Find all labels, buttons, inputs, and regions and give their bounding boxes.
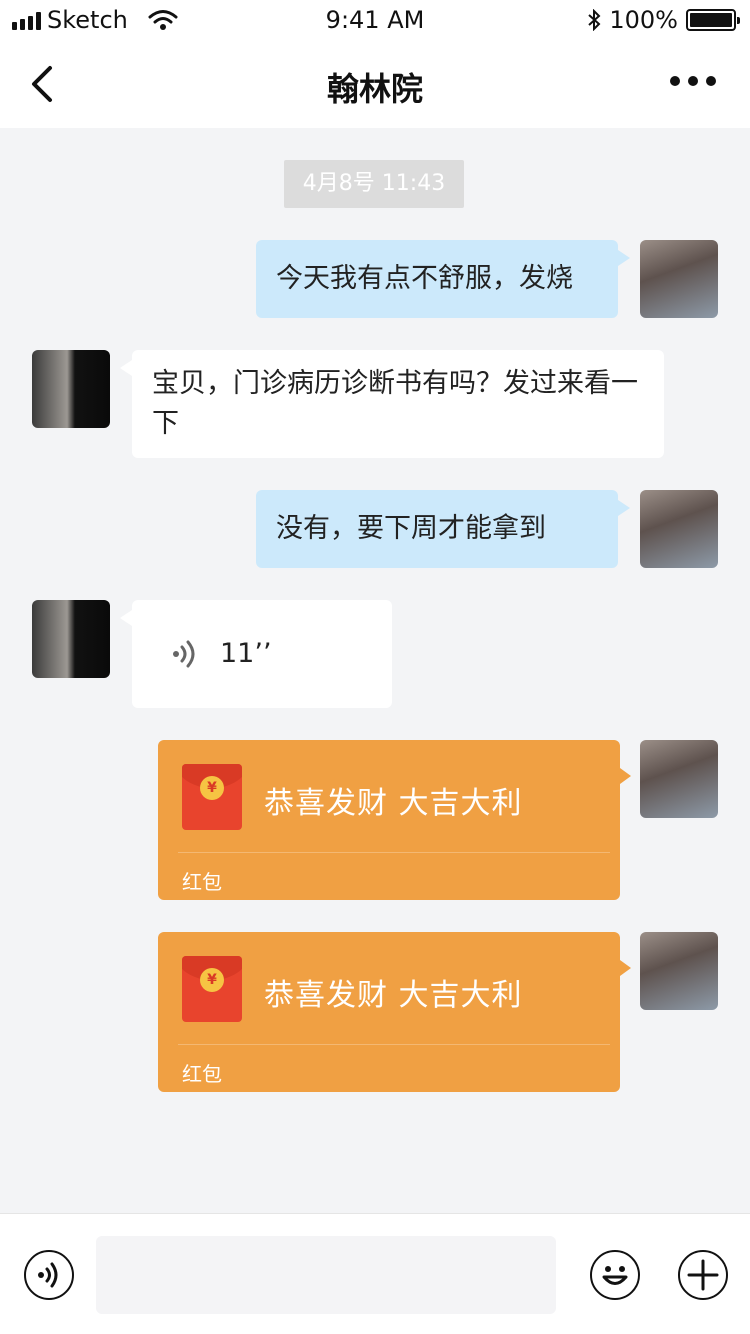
page-title: 翰林院: [326, 70, 423, 108]
input-bar: [0, 1213, 750, 1334]
emoji-button[interactable]: [590, 1250, 640, 1300]
red-packet-message[interactable]: ¥ 恭喜发财 大吉大利 红包: [158, 932, 631, 1092]
voice-message-bubble[interactable]: 11’’: [120, 600, 392, 708]
red-envelope-icon: ¥: [182, 764, 242, 830]
red-packet-title: 恭喜发财 大吉大利: [264, 978, 523, 1013]
voice-icon: [173, 640, 195, 668]
plus-button[interactable]: [678, 1250, 728, 1300]
message-input[interactable]: [96, 1236, 556, 1314]
avatar-contact[interactable]: [32, 600, 110, 678]
voice-icon: [38, 1262, 58, 1288]
yen-coin-icon: ¥: [200, 968, 224, 992]
divider: [178, 852, 610, 853]
bluetooth-icon: [588, 9, 601, 31]
yen-coin-icon: ¥: [200, 776, 224, 800]
battery-icon: [686, 9, 740, 31]
voice-input-button[interactable]: [24, 1250, 74, 1300]
nav-bar: 翰林院: [0, 40, 750, 128]
avatar-self[interactable]: [640, 740, 718, 818]
avatar-contact[interactable]: [32, 350, 110, 428]
more-icon: [670, 76, 680, 86]
emoji-icon: [602, 1266, 628, 1285]
battery-percent: 100%: [609, 6, 678, 34]
red-packet-message[interactable]: ¥ 恭喜发财 大吉大利 红包: [158, 740, 631, 900]
message-bubble-outgoing[interactable]: 没有，要下周才能拿到: [256, 490, 630, 568]
more-button[interactable]: [670, 76, 716, 86]
message-text: 没有，要下周才能拿到: [276, 513, 546, 544]
message-text: 宝贝，门诊病历诊断书有吗？发过来看一下: [152, 368, 638, 439]
avatar-self[interactable]: [640, 240, 718, 318]
voice-duration: 11’’: [220, 638, 272, 669]
chat-timestamp: 4月8号 11:43: [284, 160, 464, 208]
divider: [178, 1044, 610, 1045]
plus-icon: [687, 1259, 719, 1291]
avatar-self[interactable]: [640, 932, 718, 1010]
message-bubble-outgoing[interactable]: 今天我有点不舒服，发烧: [256, 240, 630, 318]
red-envelope-icon: ¥: [182, 956, 242, 1022]
message-text: 今天我有点不舒服，发烧: [276, 263, 573, 294]
status-bar: Sketch 9:41 AM 100%: [0, 0, 750, 40]
red-packet-title: 恭喜发财 大吉大利: [264, 786, 523, 821]
avatar-self[interactable]: [640, 490, 718, 568]
red-packet-label: 红包: [182, 870, 222, 894]
red-packet-label: 红包: [182, 1062, 222, 1086]
chat-area[interactable]: 4月8号 11:43 今天我有点不舒服，发烧 宝贝，门诊病历诊断书有吗？发过来看…: [0, 128, 750, 1213]
message-bubble-incoming[interactable]: 宝贝，门诊病历诊断书有吗？发过来看一下: [120, 350, 664, 458]
status-right: 100%: [587, 6, 740, 34]
